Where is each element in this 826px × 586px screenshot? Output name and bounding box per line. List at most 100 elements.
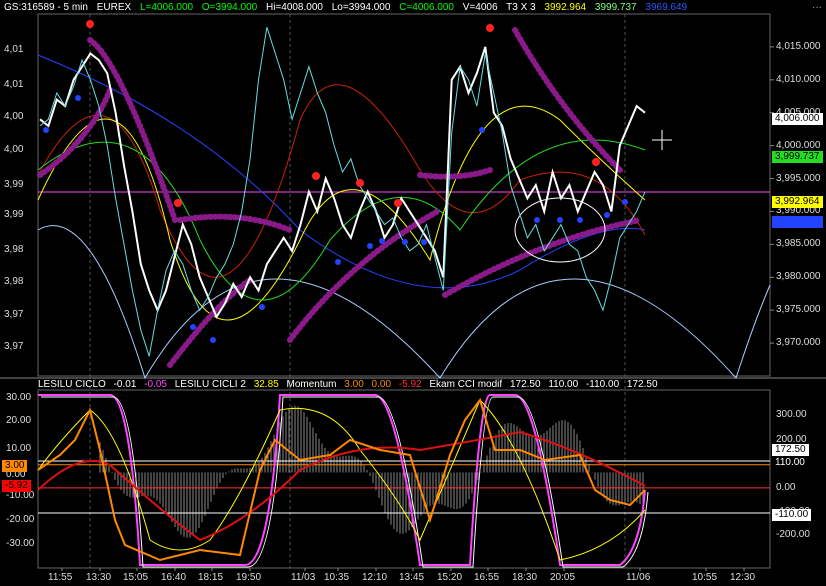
osc-right-tag: 110.00 [772, 457, 808, 469]
trough-marker [210, 337, 216, 343]
osc-tick-label-left: 30.00 [6, 392, 32, 403]
trough-marker [367, 243, 373, 249]
time-tick-label: 12:10 [362, 572, 388, 583]
time-tick-label: 11/03 [291, 572, 316, 583]
trough-marker [557, 217, 563, 223]
trough-marker [622, 199, 628, 205]
osc-right-tag: 172.50 [772, 444, 809, 456]
more-icon[interactable]: ··· [812, 2, 822, 13]
time-tick-label: 13:45 [399, 572, 425, 583]
peak-marker [312, 172, 320, 180]
trough-marker [577, 217, 583, 223]
price-tick-label-left: 3,97 [4, 309, 24, 320]
study-value-3: 3969.649 [645, 2, 688, 13]
ind3-name: Momentum [286, 379, 337, 390]
price-header: GS:316589 - 5 min EUREX L=4006.000 O=399… [4, 2, 693, 13]
trough-marker [479, 127, 485, 133]
price-tick-label-left: 3,98 [4, 244, 24, 255]
trough-marker [534, 217, 540, 223]
price-tag: 3,992.964 [772, 196, 823, 208]
ind1-value-a: -0.01 [113, 379, 137, 390]
price-tick-label-left: 4,00 [4, 111, 24, 122]
osc-tick-label-left: 20.00 [6, 415, 32, 426]
trough-marker [335, 259, 341, 265]
ind1-name: LESILU CICLO [38, 379, 106, 390]
peak-marker [86, 20, 94, 28]
price-tick-label: 4,015.000 [776, 40, 821, 52]
purple-dots [417, 167, 493, 180]
peak-marker [356, 179, 364, 187]
time-tick-label: 16:40 [161, 572, 187, 583]
osc-tick-label-right: 0.00 [776, 482, 796, 493]
ind3-value-b: 0.00 [371, 379, 392, 390]
peak-marker [394, 199, 402, 207]
price-tick-label-left: 3,97 [4, 341, 24, 352]
yellow-curve [37, 105, 646, 321]
exchange-label: EUREX [96, 2, 132, 13]
price-tag: 3,999.737 [772, 151, 823, 163]
chart-window: GS:316589 - 5 min EUREX L=4006.000 O=399… [0, 0, 826, 586]
ind2-name: LESILU CICLI 2 [174, 379, 246, 390]
price-tick-label-left: 3,99 [4, 179, 24, 190]
ind4-value-a: 172.50 [509, 379, 541, 390]
last-value: L=4006.000 [139, 2, 194, 13]
purple-dots [512, 27, 623, 173]
close-value: C=4006.000 [399, 2, 454, 13]
peak-marker [486, 24, 494, 32]
low-value: Lo=3994.000 [331, 2, 391, 13]
peak-marker [592, 158, 600, 166]
price-tick-label: 4,000.000 [776, 139, 821, 151]
ind1-value-b: -0.05 [144, 379, 167, 390]
high-value: Hi=4008.000 [265, 2, 323, 13]
price-tick-label: 3,985.000 [776, 238, 821, 250]
yellow-oscillator [37, 399, 646, 561]
time-tick-label: 18:30 [512, 572, 538, 583]
volume-value: V=4006 [462, 2, 498, 13]
ind4-value-b: 110.00 [548, 379, 579, 390]
time-tick-label: 10:55 [692, 572, 718, 583]
price-tick-label-left: 3,99 [4, 209, 24, 220]
osc-left-tag: -5.92 [2, 480, 31, 492]
cycle-oscillator-magenta [38, 394, 646, 566]
time-tick-label: 20:05 [550, 572, 576, 583]
chart-canvas[interactable] [0, 0, 826, 586]
peak-marker [174, 199, 182, 207]
purple-dots [37, 87, 113, 178]
oscillator-header: LESILU CICLO -0.01 -0.05 LESILU CICLI 2 … [38, 379, 663, 390]
price-tick-label: 3,980.000 [776, 271, 821, 283]
study-value-2: 3999.737 [594, 2, 637, 13]
price-tick-label: 3,995.000 [776, 172, 821, 184]
osc-tick-label-left: 10.00 [6, 443, 32, 454]
osc-right-tag: -110.00 [772, 509, 812, 521]
osc-tick-label-left: -30.00 [6, 538, 35, 549]
trough-marker [43, 127, 49, 133]
ind4-value-c: -110.00 [585, 379, 620, 390]
ind4-name: Ekam CCI modif [429, 379, 503, 390]
trough-marker [190, 324, 196, 330]
price-tick-label: 3,975.000 [776, 304, 821, 316]
time-tick-label: 10:35 [324, 572, 350, 583]
price-tick-label: 3,970.000 [776, 337, 821, 349]
time-tick-label: 15:20 [437, 572, 463, 583]
trough-marker [75, 95, 81, 101]
trough-marker [604, 212, 610, 218]
purple-dots [287, 207, 443, 343]
price-tag: 4,006.000 [772, 113, 823, 125]
red-curve [37, 84, 646, 278]
time-tick-label: 18:15 [198, 572, 224, 583]
price-tick-label-left: 4,01 [4, 79, 24, 90]
study-value-1: 3992.964 [544, 2, 587, 13]
ind4-value-d: 172.50 [626, 379, 658, 390]
price-tick-label: 4,010.000 [776, 73, 821, 85]
osc-tick-label-right: -200.00 [776, 529, 810, 540]
price-tick-label-left: 3,98 [4, 276, 24, 287]
time-tick-label: 13:30 [86, 572, 112, 583]
open-value: O=3994.000 [201, 2, 258, 13]
purple-dots [177, 213, 293, 233]
time-tick-label: 12:30 [730, 572, 756, 583]
study-label: T3 X 3 [506, 2, 536, 13]
ind2-value: 32.85 [253, 379, 279, 390]
time-tick-label: 11/06 [626, 572, 651, 583]
time-tick-label: 11:55 [48, 572, 73, 583]
price-tag: 3,989.649 [772, 216, 823, 228]
